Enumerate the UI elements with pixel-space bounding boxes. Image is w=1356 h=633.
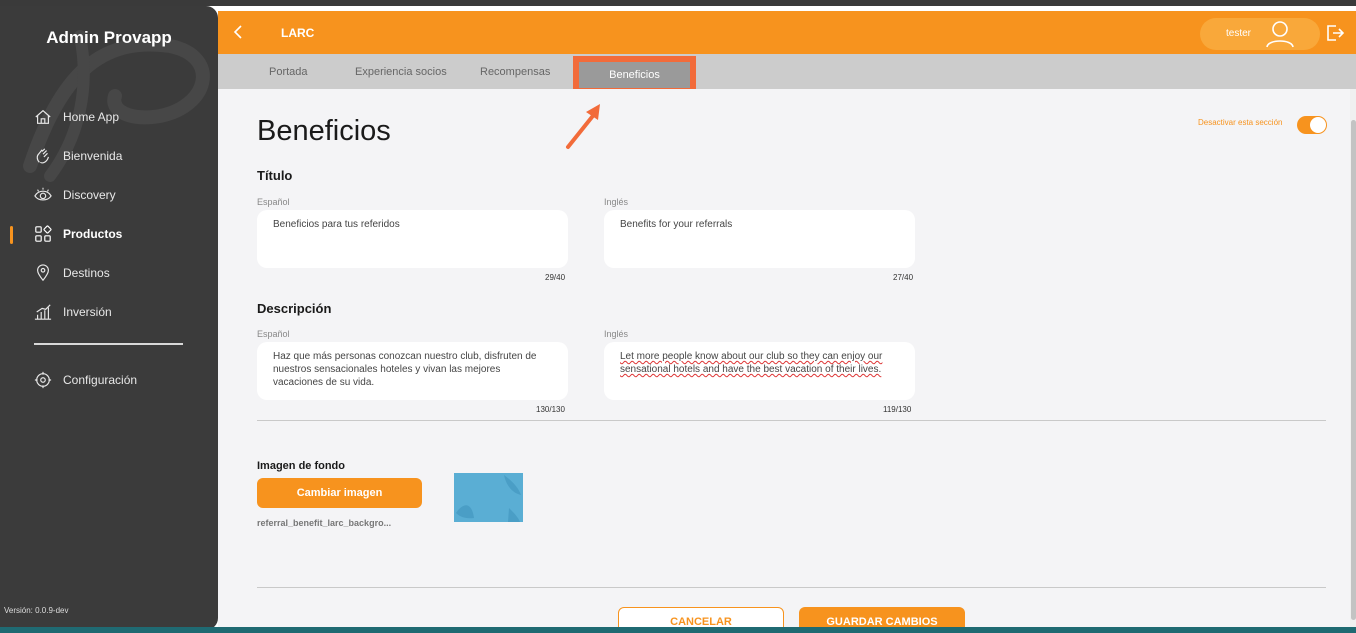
descripcion-en-field[interactable]: Let more people know about our club so t… — [604, 342, 915, 400]
titulo-en-counter: 27/40 — [893, 273, 914, 282]
tab-experiencia-socios[interactable]: Experiencia socios — [355, 66, 447, 78]
leaf-pattern-icon — [456, 475, 521, 522]
sidebar: Admin Provapp Home App Bienvenida Discov… — [0, 6, 218, 630]
sidebar-item-productos[interactable]: Productos — [33, 223, 122, 245]
grid-icon — [33, 224, 53, 244]
sidebar-item-inversion[interactable]: Inversión — [33, 301, 112, 323]
sidebar-item-discovery[interactable]: Discovery — [33, 184, 116, 206]
sidebar-divider — [34, 343, 183, 345]
wave-hand-icon — [33, 146, 53, 166]
background-image-label: Imagen de fondo — [257, 460, 345, 472]
bar-chart-icon — [33, 302, 53, 322]
titulo-es-label: Español — [257, 197, 290, 207]
app-title: Admin Provapp — [46, 28, 172, 47]
sidebar-item-label: Inversión — [63, 305, 112, 319]
version-label: Versión: 0.0.9-dev — [4, 606, 69, 615]
section-toggle[interactable] — [1297, 116, 1327, 134]
section-divider — [257, 420, 1326, 421]
home-icon — [33, 107, 53, 127]
sidebar-item-bienvenida[interactable]: Bienvenida — [33, 145, 122, 167]
user-name: tester — [1226, 28, 1252, 39]
descripcion-en-counter: 119/130 — [883, 405, 912, 414]
scrollbar-thumb[interactable] — [1351, 120, 1356, 620]
background-image-thumbnail[interactable] — [454, 473, 523, 522]
location-pin-icon — [33, 263, 53, 283]
tab-recompensas[interactable]: Recompensas — [480, 66, 550, 78]
back-button[interactable] — [228, 21, 248, 43]
user-menu[interactable]: tester — [1200, 18, 1320, 50]
descripcion-heading: Descripción — [257, 301, 332, 316]
tab-highlight-box: Beneficios — [573, 56, 696, 91]
user-avatar-icon — [1266, 21, 1294, 48]
sidebar-item-destinos[interactable]: Destinos — [33, 262, 110, 284]
change-image-button[interactable]: Cambiar imagen — [257, 478, 422, 508]
descripcion-es-counter: 130/130 — [536, 405, 565, 414]
chevron-left-icon — [233, 25, 242, 39]
annotation-arrow-icon — [566, 104, 600, 149]
sidebar-item-label: Configuración — [63, 373, 138, 387]
tab-portada[interactable]: Portada — [269, 66, 308, 78]
image-filename: referral_benefit_larc_backgro... — [257, 518, 392, 528]
titulo-heading: Título — [257, 168, 293, 183]
titulo-en-field[interactable]: Benefits for your referrals — [604, 210, 915, 268]
page-title: Beneficios — [257, 115, 391, 147]
eye-icon — [33, 185, 53, 205]
page-header-title: LARC — [281, 26, 315, 40]
titulo-es-counter: 29/40 — [545, 273, 566, 282]
toggle-label: Desactivar esta sección — [1198, 118, 1283, 127]
header-bar: LARC tester — [218, 11, 1356, 54]
footer-divider — [257, 587, 1326, 588]
logout-icon[interactable] — [1325, 23, 1345, 43]
sidebar-item-label: Home App — [63, 110, 120, 124]
titulo-en-label: Inglés — [604, 197, 629, 207]
sidebar-item-label: Discovery — [63, 188, 116, 202]
tab-beneficios[interactable]: Beneficios — [579, 62, 690, 88]
tabs-bar: Portada Experiencia socios Recompensas B… — [218, 54, 1356, 91]
descripcion-es-label: Español — [257, 329, 290, 339]
sidebar-item-home-app[interactable]: Home App — [33, 106, 119, 128]
descripcion-es-field[interactable]: Haz que más personas conozcan nuestro cl… — [257, 342, 568, 400]
sidebar-item-configuracion[interactable]: Configuración — [33, 369, 137, 391]
descripcion-en-label: Inglés — [604, 329, 629, 339]
active-indicator — [10, 226, 13, 244]
gear-icon — [33, 370, 53, 390]
taskbar-strip — [0, 627, 1356, 633]
titulo-es-field[interactable]: Beneficios para tus referidos — [257, 210, 568, 268]
toggle-knob — [1310, 117, 1326, 133]
sidebar-item-label: Productos — [63, 227, 123, 241]
sidebar-item-label: Destinos — [63, 266, 110, 280]
sidebar-item-label: Bienvenida — [63, 149, 123, 163]
